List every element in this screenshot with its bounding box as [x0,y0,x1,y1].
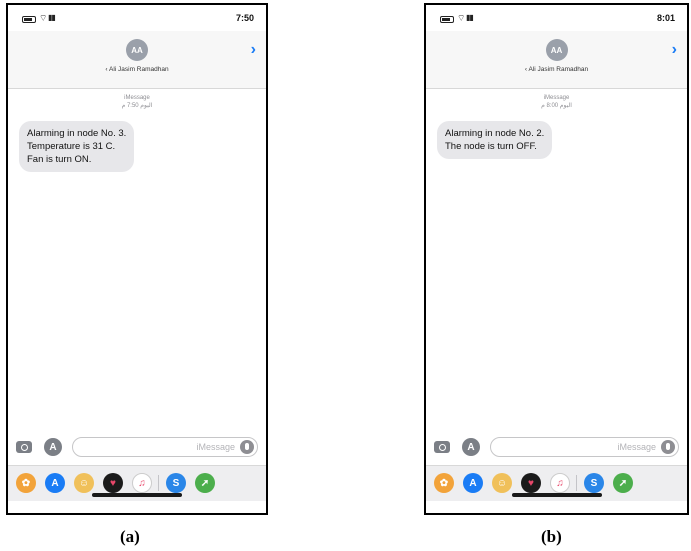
home-indicator[interactable] [511,493,602,497]
appstore-icon[interactable]: A [462,438,480,456]
camera-icon[interactable] [434,441,450,453]
battery-icon [440,16,454,23]
conversation-header: AA ‹ Ali Jasim Ramadhan › [426,31,687,89]
status-time: 8:01 [656,13,675,23]
chevron-right-icon[interactable]: › [251,41,256,59]
avatar[interactable]: AA [545,39,568,61]
camera-icon[interactable] [16,441,32,453]
wifi-icon: ⌔ [39,13,48,23]
message-input-placeholder: iMessage [196,442,235,452]
maps-app-icon[interactable]: ➚ [613,473,633,493]
message-line: Alarming in node No. 2. [445,128,545,139]
animoji-app-icon[interactable]: ☺ [492,473,512,493]
compose-row: A iMessage [426,437,687,463]
contact-name[interactable]: ‹ Ali Jasim Ramadhan [426,66,687,73]
mic-icon[interactable] [661,440,675,454]
compose-row: A iMessage [8,437,266,463]
message-input[interactable]: iMessage [490,437,679,457]
status-icons: ⌔ ▮▮ [22,13,62,24]
figure-caption-a: (a) [120,527,140,546]
app-drawer: ✿ A ☺ ♥ ♫ S ➚ [8,465,266,501]
chevron-right-icon[interactable]: › [672,41,677,59]
appstore-app-icon[interactable]: A [463,473,483,493]
animoji-app-icon[interactable]: ☺ [74,473,94,493]
status-bar: ⌔ ▮▮ 7:50 [8,5,266,31]
wifi-icon: ⌔ [457,13,466,23]
message-timestamp: اليوم 7:50 م [121,103,153,109]
app-divider [576,475,577,491]
music-app-icon[interactable]: ♫ [132,473,152,493]
phone-screen-b: ⌔ ▮▮ 8:01 AA ‹ Ali Jasim Ramadhan › iMes… [424,3,689,515]
status-bar: ⌔ ▮▮ 8:01 [426,5,687,31]
appstore-app-icon[interactable]: A [45,473,65,493]
music-app-icon[interactable]: ♫ [550,473,570,493]
conversation-header: AA ‹ Ali Jasim Ramadhan › [8,31,266,89]
figure-caption-b: (b) [541,527,562,546]
signal-icon: ▮▮ [48,13,56,22]
avatar[interactable]: AA [126,39,148,61]
message-line: Fan is turn ON. [27,154,92,165]
status-icons: ⌔ ▮▮ [440,13,480,24]
digital-touch-app-icon[interactable]: ♥ [103,473,123,493]
message-bubble[interactable]: Alarming in node No. 2. The node is turn… [437,121,553,159]
contact-name[interactable]: ‹ Ali Jasim Ramadhan [8,66,266,73]
message-input-placeholder: iMessage [617,442,656,452]
message-line: Temperature is 31 C. [27,141,116,152]
shazam-app-icon[interactable]: S [584,473,604,493]
maps-app-icon[interactable]: ➚ [195,473,215,493]
photos-app-icon[interactable]: ✿ [16,473,36,493]
shazam-app-icon[interactable]: S [166,473,186,493]
message-bubble[interactable]: Alarming in node No. 3. Temperature is 3… [19,121,135,172]
message-line: Alarming in node No. 3. [27,128,127,139]
mic-icon[interactable] [240,440,254,454]
message-meta: iMessage اليوم 8:00 م [426,94,687,110]
service-label: iMessage [543,95,570,101]
battery-icon [22,16,36,23]
appstore-icon[interactable]: A [44,438,62,456]
message-timestamp: اليوم 8:00 م [541,103,572,109]
message-meta: iMessage اليوم 7:50 م [8,94,266,110]
message-input[interactable]: iMessage [72,437,258,457]
signal-icon: ▮▮ [466,13,474,22]
message-line: The node is turn OFF. [445,141,537,152]
digital-touch-app-icon[interactable]: ♥ [521,473,541,493]
status-time: 7:50 [235,13,254,23]
photos-app-icon[interactable]: ✿ [434,473,454,493]
app-drawer: ✿ A ☺ ♥ ♫ S ➚ [426,465,687,501]
phone-screen-a: ⌔ ▮▮ 7:50 AA ‹ Ali Jasim Ramadhan › iMes… [6,3,268,515]
service-label: iMessage [124,95,150,101]
home-indicator[interactable] [92,493,182,497]
app-divider [158,475,159,491]
